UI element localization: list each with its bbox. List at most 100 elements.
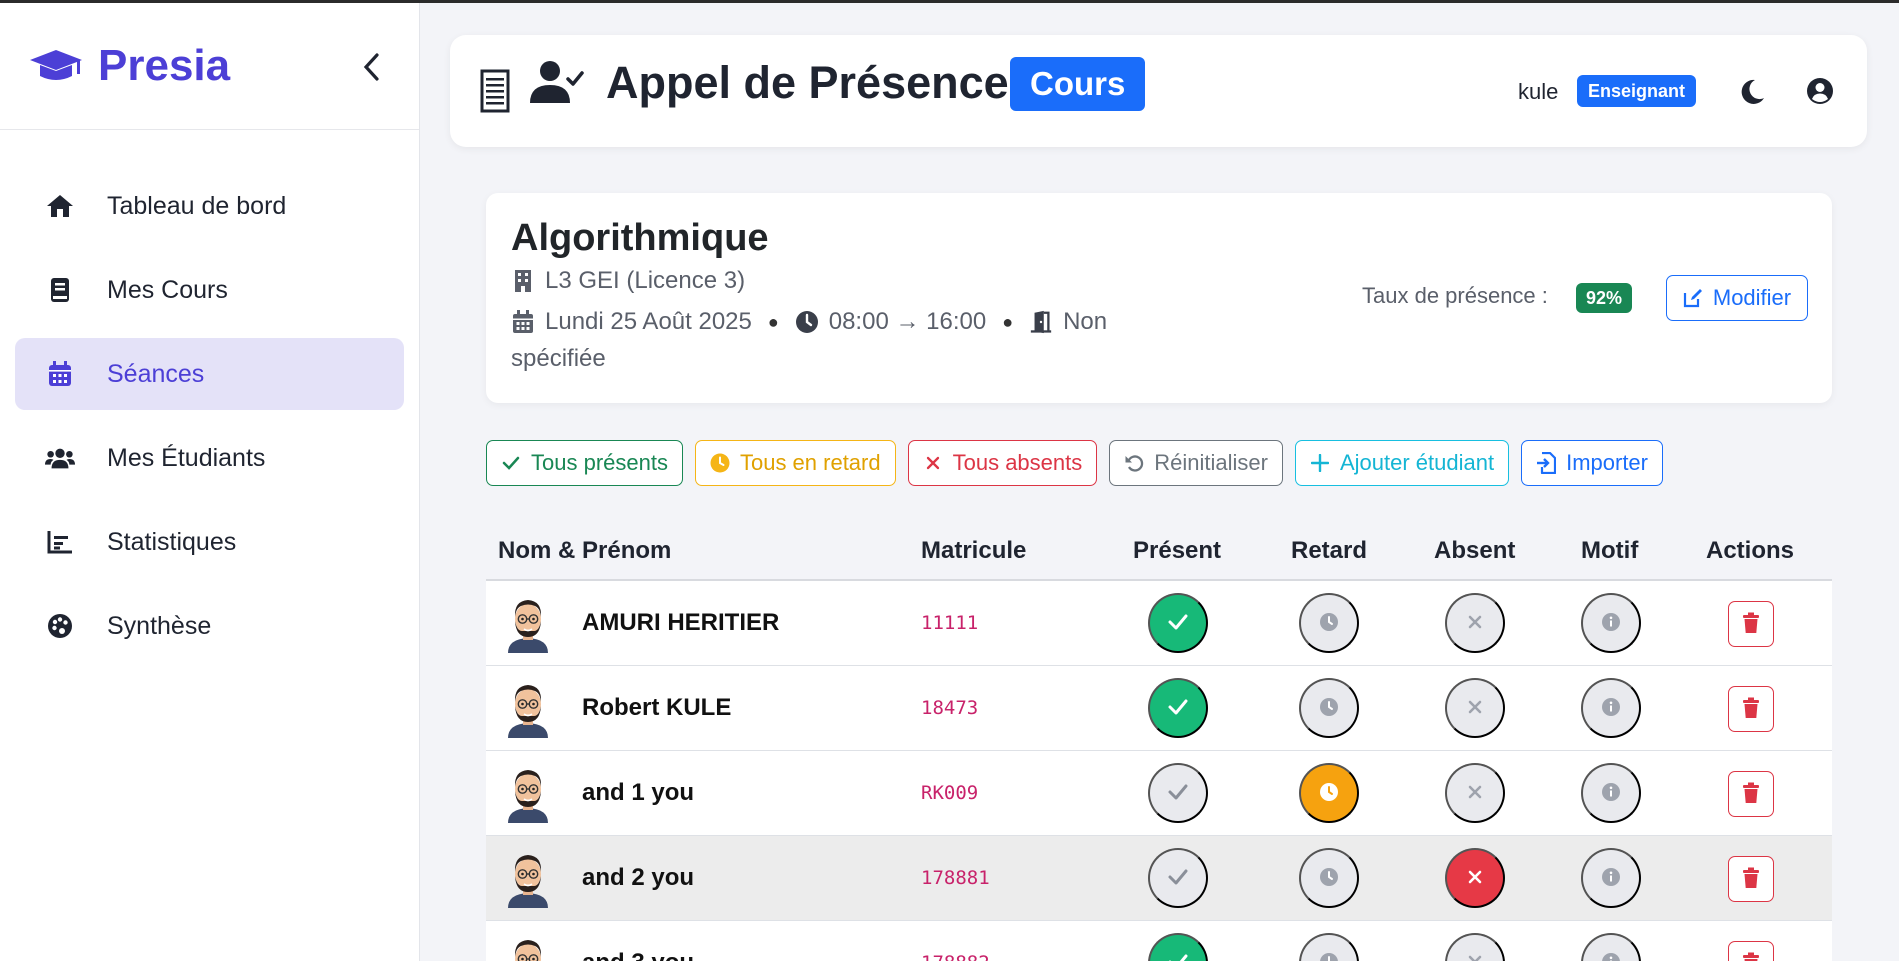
- reset-label: Réinitialiser: [1154, 450, 1268, 475]
- sidebar-item-label: Synthèse: [107, 611, 212, 640]
- mark-all-present-button[interactable]: Tous présents: [486, 440, 683, 486]
- table-row: and 2 you 178881: [486, 836, 1832, 921]
- trash-icon: [1742, 782, 1760, 807]
- x-icon: [1467, 614, 1483, 633]
- student-id: RK009: [921, 782, 979, 804]
- check-icon: [1167, 953, 1189, 961]
- clock-icon: [1319, 782, 1339, 805]
- sidebar-item-students[interactable]: Mes Étudiants: [15, 422, 404, 494]
- student-name: Robert KULE: [582, 694, 732, 721]
- check-icon: [1167, 698, 1189, 719]
- mark-late-button[interactable]: [1299, 593, 1359, 653]
- delete-student-button[interactable]: [1728, 601, 1774, 647]
- course-class: L3 GEI (Licence 3): [511, 267, 745, 295]
- mark-all-late-label: Tous en retard: [739, 450, 881, 475]
- avatar: [504, 848, 552, 908]
- column-header-actions: Actions: [1706, 537, 1795, 564]
- sidebar-item-label: Tableau de bord: [107, 191, 287, 220]
- clock-icon: [1319, 867, 1339, 890]
- mark-all-late-button[interactable]: Tous en retard: [694, 440, 896, 486]
- account-button[interactable]: [1805, 76, 1835, 106]
- graduation-cap-icon: [28, 46, 86, 86]
- sidebar-item-sessions[interactable]: Séances: [15, 338, 404, 410]
- calendar-icon: [45, 359, 75, 389]
- sidebar-item-label: Statistiques: [107, 527, 237, 556]
- clock-icon: [1319, 697, 1339, 720]
- mark-present-button[interactable]: [1148, 763, 1208, 823]
- student-name: and 3 you: [582, 949, 694, 961]
- attendance-table: Nom & Prénom Matricule Présent Retard Ab…: [486, 525, 1832, 961]
- import-button[interactable]: Importer: [1521, 440, 1663, 486]
- x-icon: [1467, 869, 1483, 888]
- delete-student-button[interactable]: [1728, 941, 1774, 961]
- import-label: Importer: [1566, 450, 1648, 475]
- app-name: Presia: [98, 41, 231, 90]
- building-icon: [511, 268, 535, 294]
- role-badge: Enseignant: [1577, 75, 1697, 107]
- user-check-icon: [528, 59, 584, 107]
- sidebar: Presia Tableau de bord Mes Cours Séances…: [0, 3, 420, 961]
- mark-absent-button[interactable]: [1445, 848, 1505, 908]
- sidebar-item-synthesis[interactable]: Synthèse: [15, 590, 404, 662]
- mark-late-button[interactable]: [1299, 678, 1359, 738]
- mark-absent-button[interactable]: [1445, 678, 1505, 738]
- reason-button[interactable]: [1581, 593, 1641, 653]
- check-icon: [1167, 868, 1189, 889]
- student-id: 178881: [921, 867, 990, 889]
- dark-mode-toggle[interactable]: [1737, 77, 1767, 107]
- book-icon: [45, 275, 75, 305]
- course-time: 08:00 → 16:00: [828, 308, 987, 335]
- course-room: Non: [1063, 308, 1108, 335]
- window-top-border: [0, 0, 1899, 3]
- mark-present-button[interactable]: [1148, 678, 1208, 738]
- sidebar-item-courses[interactable]: Mes Cours: [15, 254, 404, 326]
- info-icon: [1601, 782, 1621, 805]
- clock-icon: [710, 453, 730, 473]
- student-id: 11111: [921, 612, 979, 634]
- page-title: Appel de Présence: [606, 57, 1009, 108]
- mark-present-button[interactable]: [1148, 593, 1208, 653]
- mark-absent-button[interactable]: [1445, 933, 1505, 961]
- delete-student-button[interactable]: [1728, 771, 1774, 817]
- course-info-card: Algorithmique L3 GEI (Licence 3) Lundi 2…: [486, 193, 1832, 403]
- edit-icon: [1683, 289, 1702, 308]
- mark-late-button[interactable]: [1299, 763, 1359, 823]
- reason-button[interactable]: [1581, 678, 1641, 738]
- table-body: AMURI HERITIER 11111 Robert KULE 18473 and 1…: [486, 581, 1832, 961]
- brand: Presia: [0, 3, 419, 130]
- delete-student-button[interactable]: [1728, 686, 1774, 732]
- reset-button[interactable]: Réinitialiser: [1109, 440, 1283, 486]
- sidebar-item-label: Mes Étudiants: [107, 443, 266, 472]
- table-row: and 1 you RK009: [486, 751, 1832, 836]
- mark-all-absent-label: Tous absents: [952, 450, 1083, 475]
- course-class-label: L3 GEI (Licence 3): [545, 267, 746, 294]
- avatar: [504, 933, 552, 961]
- mark-all-absent-button[interactable]: Tous absents: [907, 440, 1098, 486]
- delete-student-button[interactable]: [1728, 856, 1774, 902]
- info-icon: [1601, 612, 1621, 635]
- mark-present-button[interactable]: [1148, 933, 1208, 961]
- session-type-badge: Cours: [1010, 57, 1146, 111]
- mark-absent-button[interactable]: [1445, 763, 1505, 823]
- sidebar-item-dashboard[interactable]: Tableau de bord: [15, 170, 404, 242]
- sidebar-item-statistics[interactable]: Statistiques: [15, 506, 404, 578]
- column-header-name: Nom & Prénom: [498, 537, 672, 564]
- mark-absent-button[interactable]: [1445, 593, 1505, 653]
- page-header: Appel de Présence Cours kule Enseignant: [450, 35, 1867, 147]
- add-student-button[interactable]: Ajouter étudiant: [1294, 440, 1510, 486]
- mark-late-button[interactable]: [1299, 933, 1359, 961]
- student-id: 18473: [921, 697, 979, 719]
- sidebar-nav: Tableau de bord Mes Cours Séances Mes Ét…: [0, 130, 419, 662]
- mark-late-button[interactable]: [1299, 848, 1359, 908]
- reason-button[interactable]: [1581, 763, 1641, 823]
- reason-button[interactable]: [1581, 848, 1641, 908]
- edit-session-button[interactable]: Modifier: [1666, 275, 1808, 321]
- reason-button[interactable]: [1581, 933, 1641, 961]
- menu-toggle-icon[interactable]: [480, 69, 510, 113]
- course-room-line2: spécifiée: [511, 345, 606, 372]
- column-header-present: Présent: [1133, 537, 1222, 564]
- mark-present-button[interactable]: [1148, 848, 1208, 908]
- collapse-sidebar-button[interactable]: [356, 49, 386, 85]
- bulk-actions-toolbar: Tous présents Tous en retard Tous absent…: [486, 440, 1663, 486]
- x-icon: [923, 453, 943, 473]
